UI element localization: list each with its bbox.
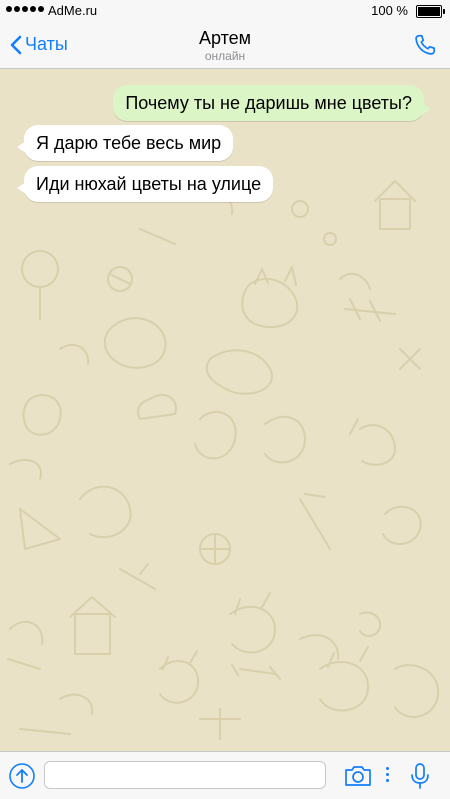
- separator-dots: [386, 767, 389, 785]
- status-bar: AdMe.ru 100 %: [0, 0, 450, 22]
- signal-strength-icon: [6, 6, 44, 12]
- battery-percentage: 100 %: [371, 3, 408, 18]
- phone-icon: [415, 34, 436, 55]
- arrow-up-circle-icon: [9, 763, 35, 789]
- message-input[interactable]: [44, 761, 326, 789]
- call-button[interactable]: [412, 32, 438, 63]
- message-incoming[interactable]: Я дарю тебе весь мир: [16, 125, 234, 161]
- camera-icon: [345, 766, 371, 786]
- attach-button[interactable]: [8, 762, 36, 795]
- chat-area[interactable]: Почему ты не даришь мне цветы? Я дарю те…: [0, 69, 450, 751]
- microphone-icon: [411, 763, 429, 789]
- contact-info[interactable]: Артем онлайн: [0, 27, 450, 63]
- battery-icon: [416, 5, 445, 18]
- message-outgoing[interactable]: Почему ты не даришь мне цветы?: [113, 85, 431, 121]
- carrier-name: AdMe.ru: [48, 3, 98, 18]
- microphone-button[interactable]: [409, 762, 431, 795]
- contact-name: Артем: [198, 28, 252, 48]
- message-incoming[interactable]: Иди нюхай цветы на улице: [16, 166, 274, 202]
- chat-header: Чаты Артем онлайн: [0, 22, 450, 69]
- camera-button[interactable]: [343, 764, 373, 793]
- contact-status: онлайн: [204, 49, 246, 63]
- message-composer: [0, 751, 450, 799]
